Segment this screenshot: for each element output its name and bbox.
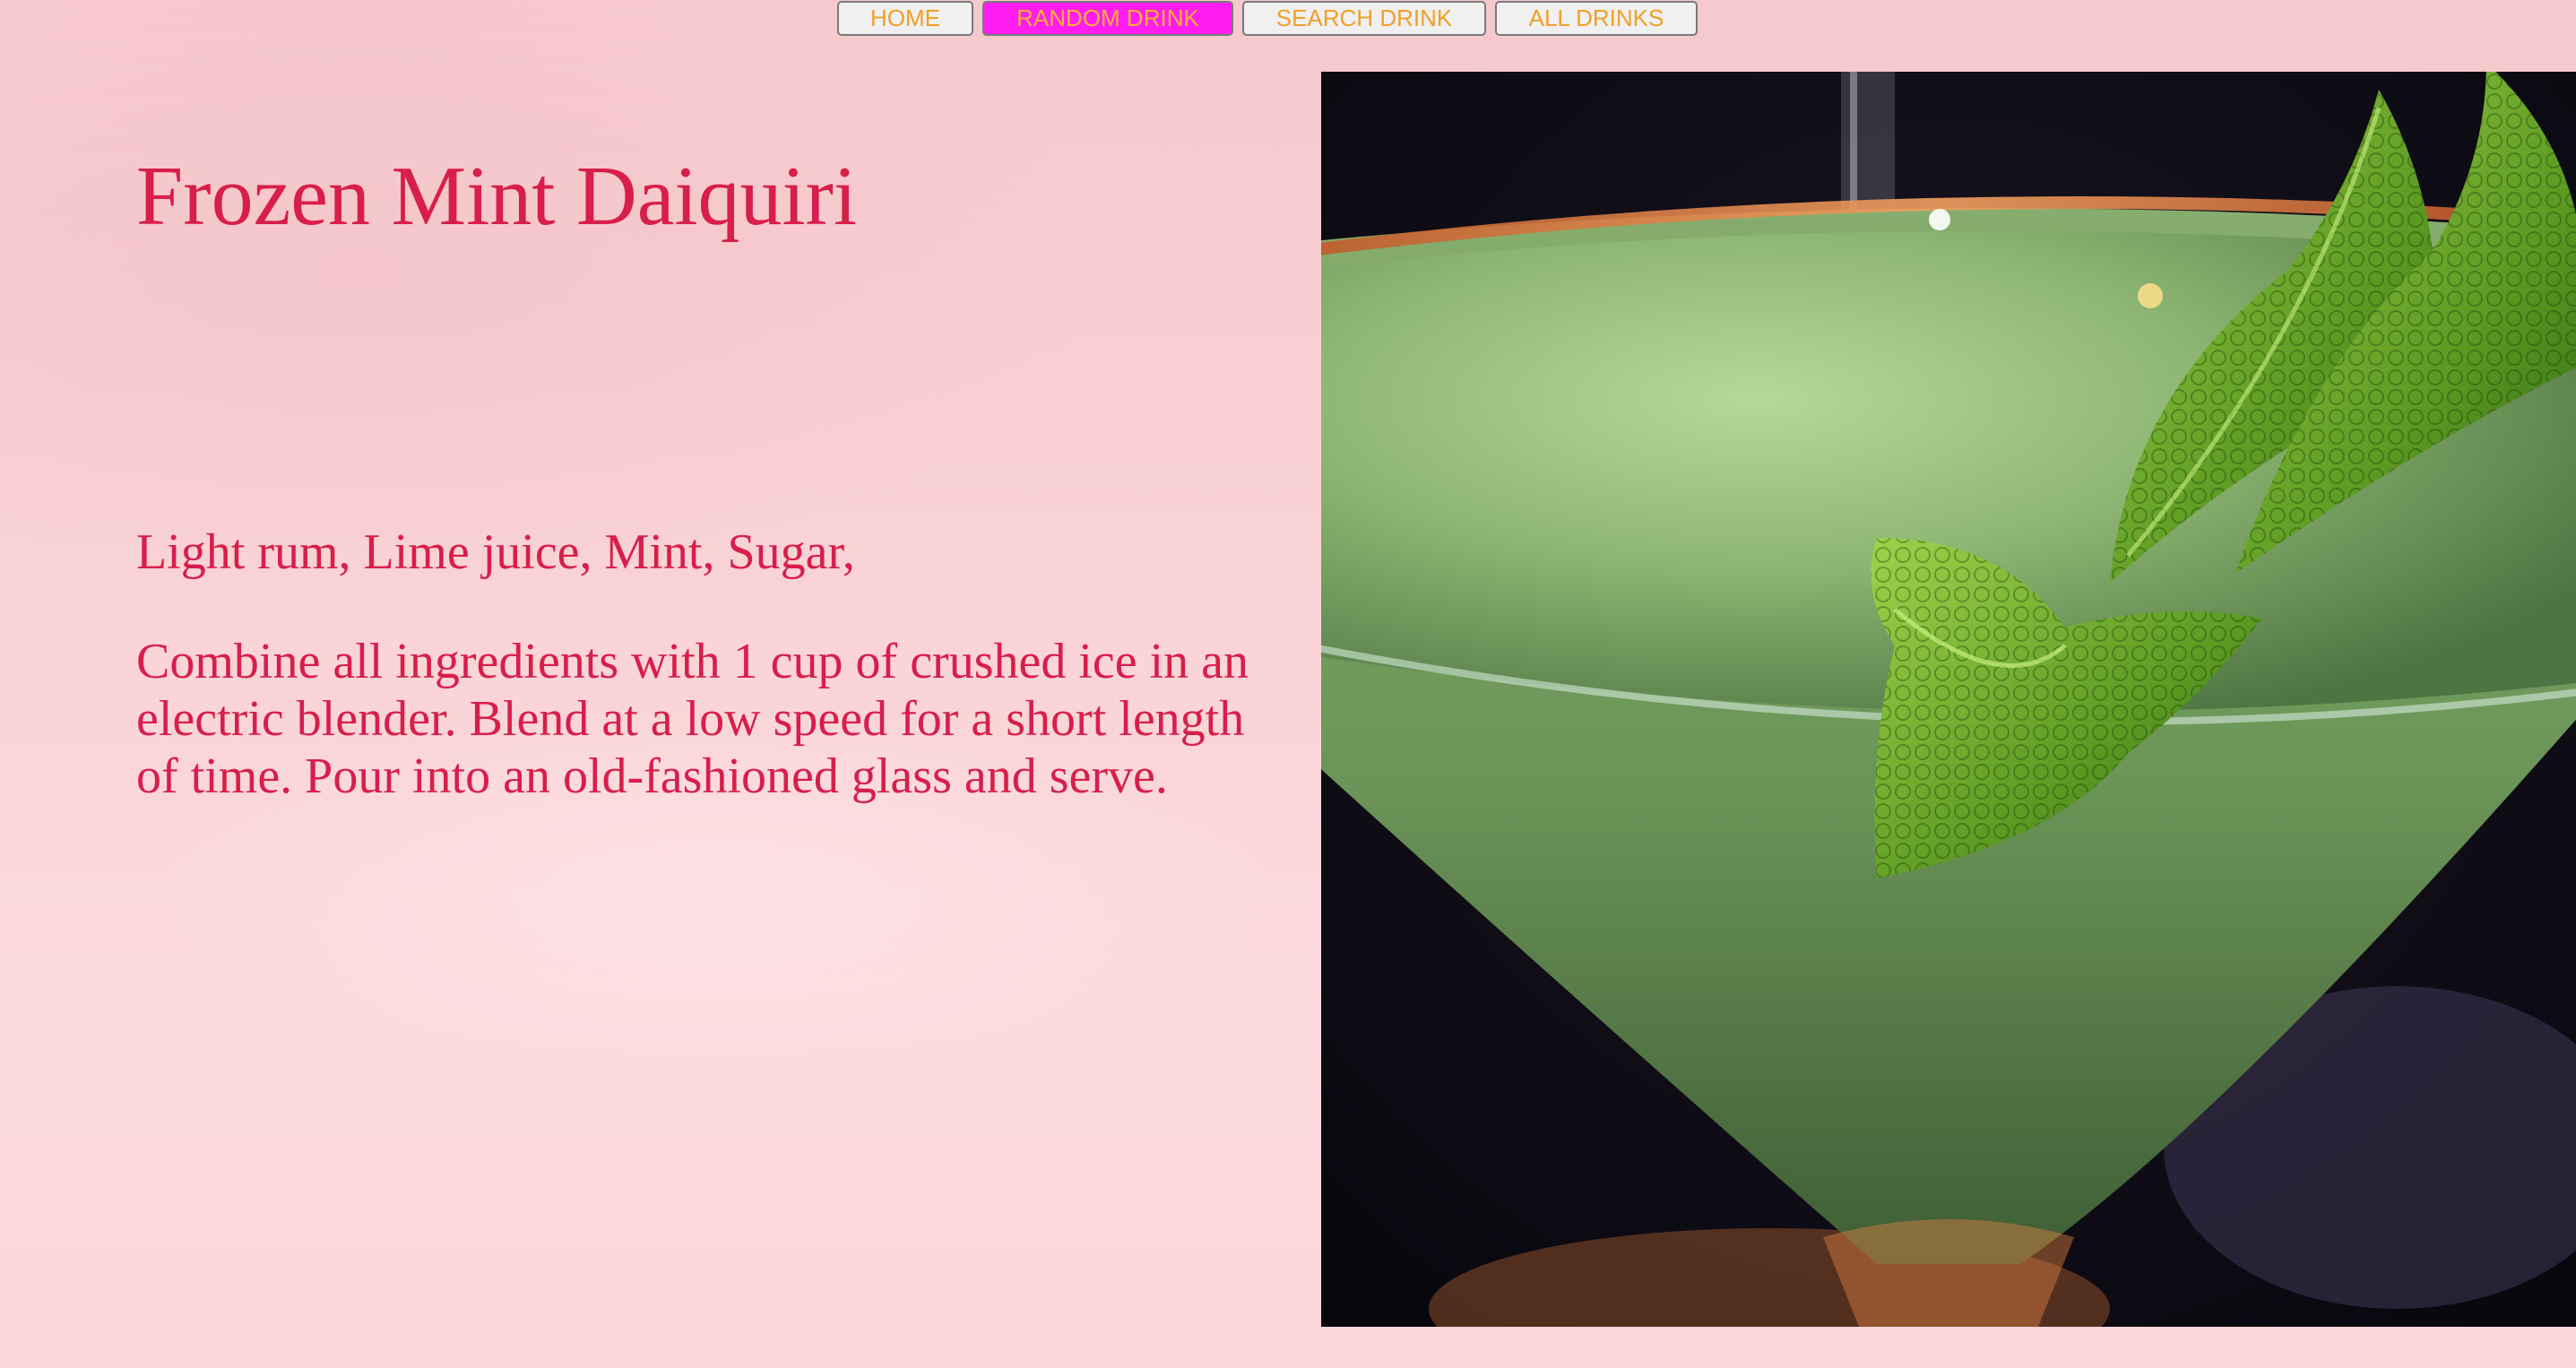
all-drinks-button[interactable]: ALL DRINKS bbox=[1495, 1, 1698, 36]
main-nav: HOME RANDOM DRINK SEARCH DRINK ALL DRINK… bbox=[837, 1, 1698, 36]
drink-ingredients: Light rum, Lime juice, Mint, Sugar, bbox=[136, 524, 855, 580]
home-button[interactable]: HOME bbox=[837, 1, 973, 36]
drink-photo bbox=[1321, 72, 2576, 1327]
drink-instructions: Combine all ingredients with 1 cup of cr… bbox=[136, 634, 1249, 804]
drink-title: Frozen Mint Daiquiri bbox=[136, 150, 858, 243]
random-drink-button[interactable]: RANDOM DRINK bbox=[982, 1, 1233, 36]
search-drink-button[interactable]: SEARCH DRINK bbox=[1242, 1, 1486, 36]
